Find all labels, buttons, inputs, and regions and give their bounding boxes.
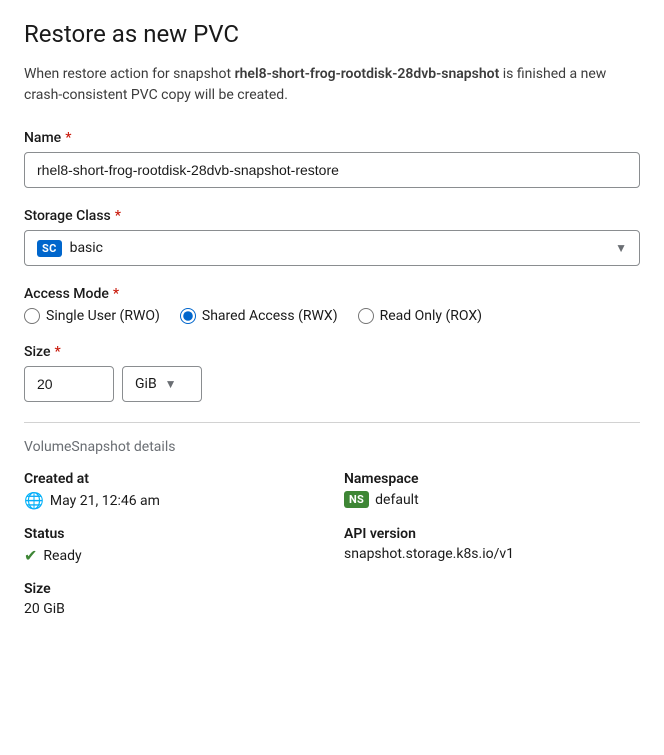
namespace-item: Namespace NS default: [344, 471, 640, 510]
created-at-value: 🌐 May 21, 12:46 am: [24, 491, 320, 510]
name-label: Name*: [24, 130, 640, 146]
radio-rwx-label: Shared Access (RWX): [202, 308, 338, 324]
name-field-group: Name*: [24, 130, 640, 188]
storage-class-required-indicator: *: [115, 208, 121, 224]
api-version-item: API version snapshot.storage.k8s.io/v1: [344, 526, 640, 565]
radio-rox-label: Read Only (ROX): [380, 308, 482, 324]
radio-rwx[interactable]: [180, 308, 196, 324]
size-input[interactable]: [24, 366, 114, 402]
access-mode-radio-group: Single User (RWO) Shared Access (RWX) Re…: [24, 308, 640, 324]
status-value: ✔ Ready: [24, 546, 320, 565]
storage-class-display-left: SC basic: [37, 240, 103, 257]
storage-class-value: basic: [70, 240, 103, 256]
size-details-item: Size 20 GiB: [24, 581, 320, 617]
section-divider: [24, 422, 640, 423]
size-details-label: Size: [24, 581, 320, 597]
radio-rox[interactable]: [358, 308, 374, 324]
size-row: GiB ▼: [24, 366, 640, 402]
status-label: Status: [24, 526, 320, 542]
size-unit-select[interactable]: GiB ▼: [122, 366, 202, 402]
size-field-group: Size* GiB ▼: [24, 344, 640, 402]
globe-icon: 🌐: [24, 491, 44, 510]
size-unit-value: GiB: [135, 376, 157, 392]
size-required-indicator: *: [54, 344, 60, 360]
radio-rwo-label: Single User (RWO): [46, 308, 160, 324]
namespace-value: NS default: [344, 491, 640, 508]
access-mode-required-indicator: *: [113, 286, 119, 302]
page-title: Restore as new PVC: [24, 20, 640, 48]
access-mode-label: Access Mode*: [24, 286, 640, 302]
size-unit-chevron-icon: ▼: [165, 377, 177, 391]
snapshot-name-bold: rhel8-short-frog-rootdisk-28dvb-snapshot: [235, 66, 500, 82]
radio-option-rox[interactable]: Read Only (ROX): [358, 308, 482, 324]
created-at-label: Created at: [24, 471, 320, 487]
storage-class-label: Storage Class*: [24, 208, 640, 224]
name-required-indicator: *: [65, 130, 71, 146]
status-item: Status ✔ Ready: [24, 526, 320, 565]
radio-rwo[interactable]: [24, 308, 40, 324]
api-version-label: API version: [344, 526, 640, 542]
description-text: When restore action for snapshot rhel8-s…: [24, 64, 640, 106]
snapshot-details-title: VolumeSnapshot details: [24, 439, 640, 455]
snapshot-details-grid: Created at 🌐 May 21, 12:46 am Namespace …: [24, 471, 640, 617]
size-label: Size*: [24, 344, 640, 360]
storage-class-field-group: Storage Class* SC basic ▼: [24, 208, 640, 266]
created-at-item: Created at 🌐 May 21, 12:46 am: [24, 471, 320, 510]
radio-option-rwo[interactable]: Single User (RWO): [24, 308, 160, 324]
namespace-label: Namespace: [344, 471, 640, 487]
name-input[interactable]: [24, 152, 640, 188]
api-version-value: snapshot.storage.k8s.io/v1: [344, 546, 640, 562]
chevron-down-icon: ▼: [615, 241, 627, 255]
storage-class-select[interactable]: SC basic ▼: [24, 230, 640, 266]
ns-badge: NS: [344, 491, 369, 508]
access-mode-field-group: Access Mode* Single User (RWO) Shared Ac…: [24, 286, 640, 324]
sc-badge: SC: [37, 240, 62, 257]
size-details-value: 20 GiB: [24, 601, 320, 617]
check-circle-icon: ✔: [24, 546, 37, 565]
radio-option-rwx[interactable]: Shared Access (RWX): [180, 308, 338, 324]
